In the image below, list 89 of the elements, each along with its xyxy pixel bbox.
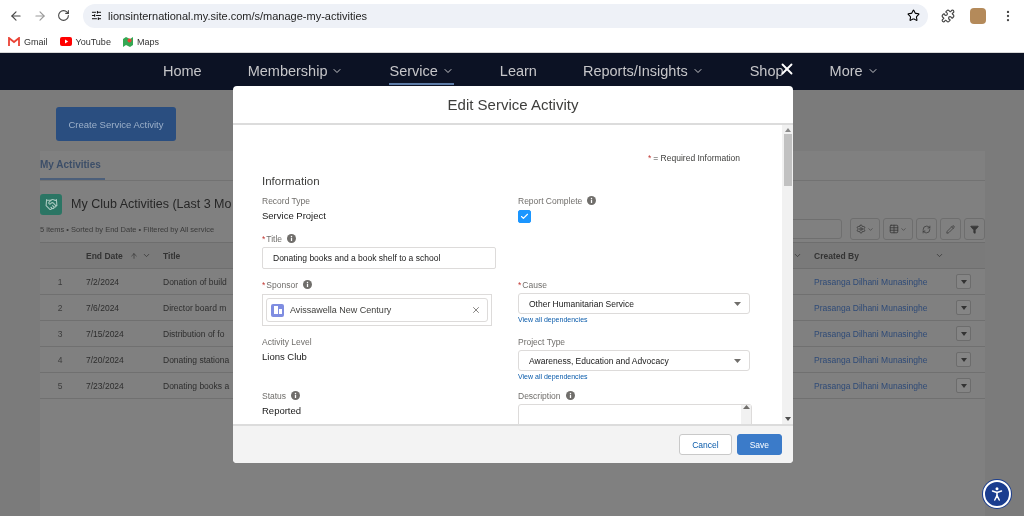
settings-menu-button[interactable] (850, 218, 880, 240)
field-label: Description (518, 390, 561, 401)
chevron-icon (793, 251, 802, 260)
pencil-icon (946, 224, 955, 234)
row-actions-button[interactable] (956, 300, 971, 315)
caret-icon (960, 305, 967, 310)
row-actions-button[interactable] (956, 274, 971, 289)
caret-icon (734, 358, 741, 363)
field-label: Report Complete (518, 195, 583, 206)
table-cell: 7/6/2024 (80, 295, 157, 321)
play-logo-icon (59, 37, 72, 46)
filter-button[interactable] (964, 218, 985, 240)
field-label: Status (262, 390, 287, 401)
section-heading: Information (262, 175, 321, 187)
row-number: 5 (40, 373, 80, 399)
gear-icon (856, 224, 866, 234)
caret-icon (960, 279, 967, 284)
required-marker: * (262, 279, 266, 290)
nav-link[interactable]: Reports/Insights (582, 53, 704, 85)
required-marker: * (648, 153, 652, 163)
mail-logo-icon (8, 37, 20, 46)
row-actions-button[interactable] (956, 352, 971, 367)
address-bar[interactable]: lionsinternational.my.site.com/s/manage-my-activities (83, 3, 928, 28)
field-label: Title (266, 233, 283, 244)
filter-icon (970, 224, 979, 234)
checkbox[interactable] (518, 210, 531, 223)
dialog-title: Edit Service Activity (447, 96, 579, 113)
field-label: Activity Level (262, 336, 312, 347)
save-button[interactable]: Save (736, 434, 782, 455)
clear-icon[interactable] (471, 305, 481, 315)
caret-icon (960, 331, 967, 336)
sort-arrow-icon (130, 251, 138, 260)
account-icon (271, 303, 284, 317)
record-name: Avissawella New Century (290, 305, 393, 315)
table-cell: 7/2/2024 (80, 269, 157, 295)
refresh-icon (922, 224, 931, 234)
bookmark-link[interactable]: Maps (122, 36, 159, 47)
required-marker: * (262, 233, 266, 244)
nav-link[interactable]: Shop (749, 53, 784, 85)
row-number: 1 (40, 269, 80, 295)
caret-icon (960, 357, 967, 362)
field-label: Cause (522, 279, 547, 290)
create-activity-button[interactable]: Create Service Activity (56, 107, 176, 141)
field-label: Record Type (262, 195, 311, 206)
required-marker: * (518, 279, 522, 290)
display-menu-button[interactable] (883, 218, 913, 240)
field-value: Reported (262, 405, 303, 416)
row-actions-button[interactable] (956, 326, 971, 341)
chevron-icon (142, 251, 151, 260)
scroll-up-icon[interactable] (784, 128, 791, 132)
map-logo-icon (122, 36, 133, 47)
handshake-icon (40, 193, 62, 215)
field-label: Sponsor (266, 279, 298, 290)
chevron-icon (935, 251, 944, 260)
nav-link[interactable]: Membership (247, 53, 344, 85)
scrollbar[interactable] (782, 125, 793, 424)
picklist[interactable]: Other Humanitarian Service (518, 293, 750, 314)
site-settings-icon[interactable] (91, 10, 102, 21)
bookmark-link[interactable]: YouTube (59, 36, 111, 47)
field-label: Project Type (518, 336, 566, 347)
scroll-down-icon[interactable] (784, 417, 791, 421)
caret-icon (900, 225, 907, 233)
caret-icon (734, 301, 741, 306)
row-number: 3 (40, 321, 80, 347)
accessibility-button[interactable] (983, 480, 1011, 508)
url-text: lionsinternational.my.site.com/s/manage-my-activities (108, 9, 368, 22)
star-icon[interactable] (907, 9, 920, 22)
list-title: My Club Activities (Last 3 Mo (71, 197, 232, 211)
table-cell: 7/20/2024 (80, 347, 157, 373)
field-value: Lions Club (262, 351, 308, 362)
caret-icon (867, 225, 874, 233)
text-input[interactable]: Donating books and a book shelf to a school (262, 247, 496, 269)
table-icon (889, 224, 899, 234)
nav-link[interactable]: Home (163, 53, 202, 85)
cancel-button[interactable]: Cancel (679, 434, 732, 455)
required-legend: = Required Information (653, 153, 740, 163)
scrollbar-thumb[interactable] (783, 134, 792, 186)
bookmark-link[interactable]: Gmail (8, 36, 48, 47)
check-icon (520, 212, 529, 221)
picklist[interactable]: Awareness, Education and Advocacy (518, 350, 750, 371)
nav-link[interactable]: More (829, 53, 879, 85)
nav-link[interactable]: Learn (499, 53, 537, 85)
table-cell: 7/15/2024 (80, 321, 157, 347)
caret-icon (960, 383, 967, 388)
profile-avatar[interactable] (970, 7, 986, 24)
field-value: Service Project (262, 210, 327, 221)
scroll-up-icon[interactable] (742, 405, 750, 409)
table-cell: 7/23/2024 (80, 373, 157, 399)
row-actions-button[interactable] (956, 378, 971, 393)
